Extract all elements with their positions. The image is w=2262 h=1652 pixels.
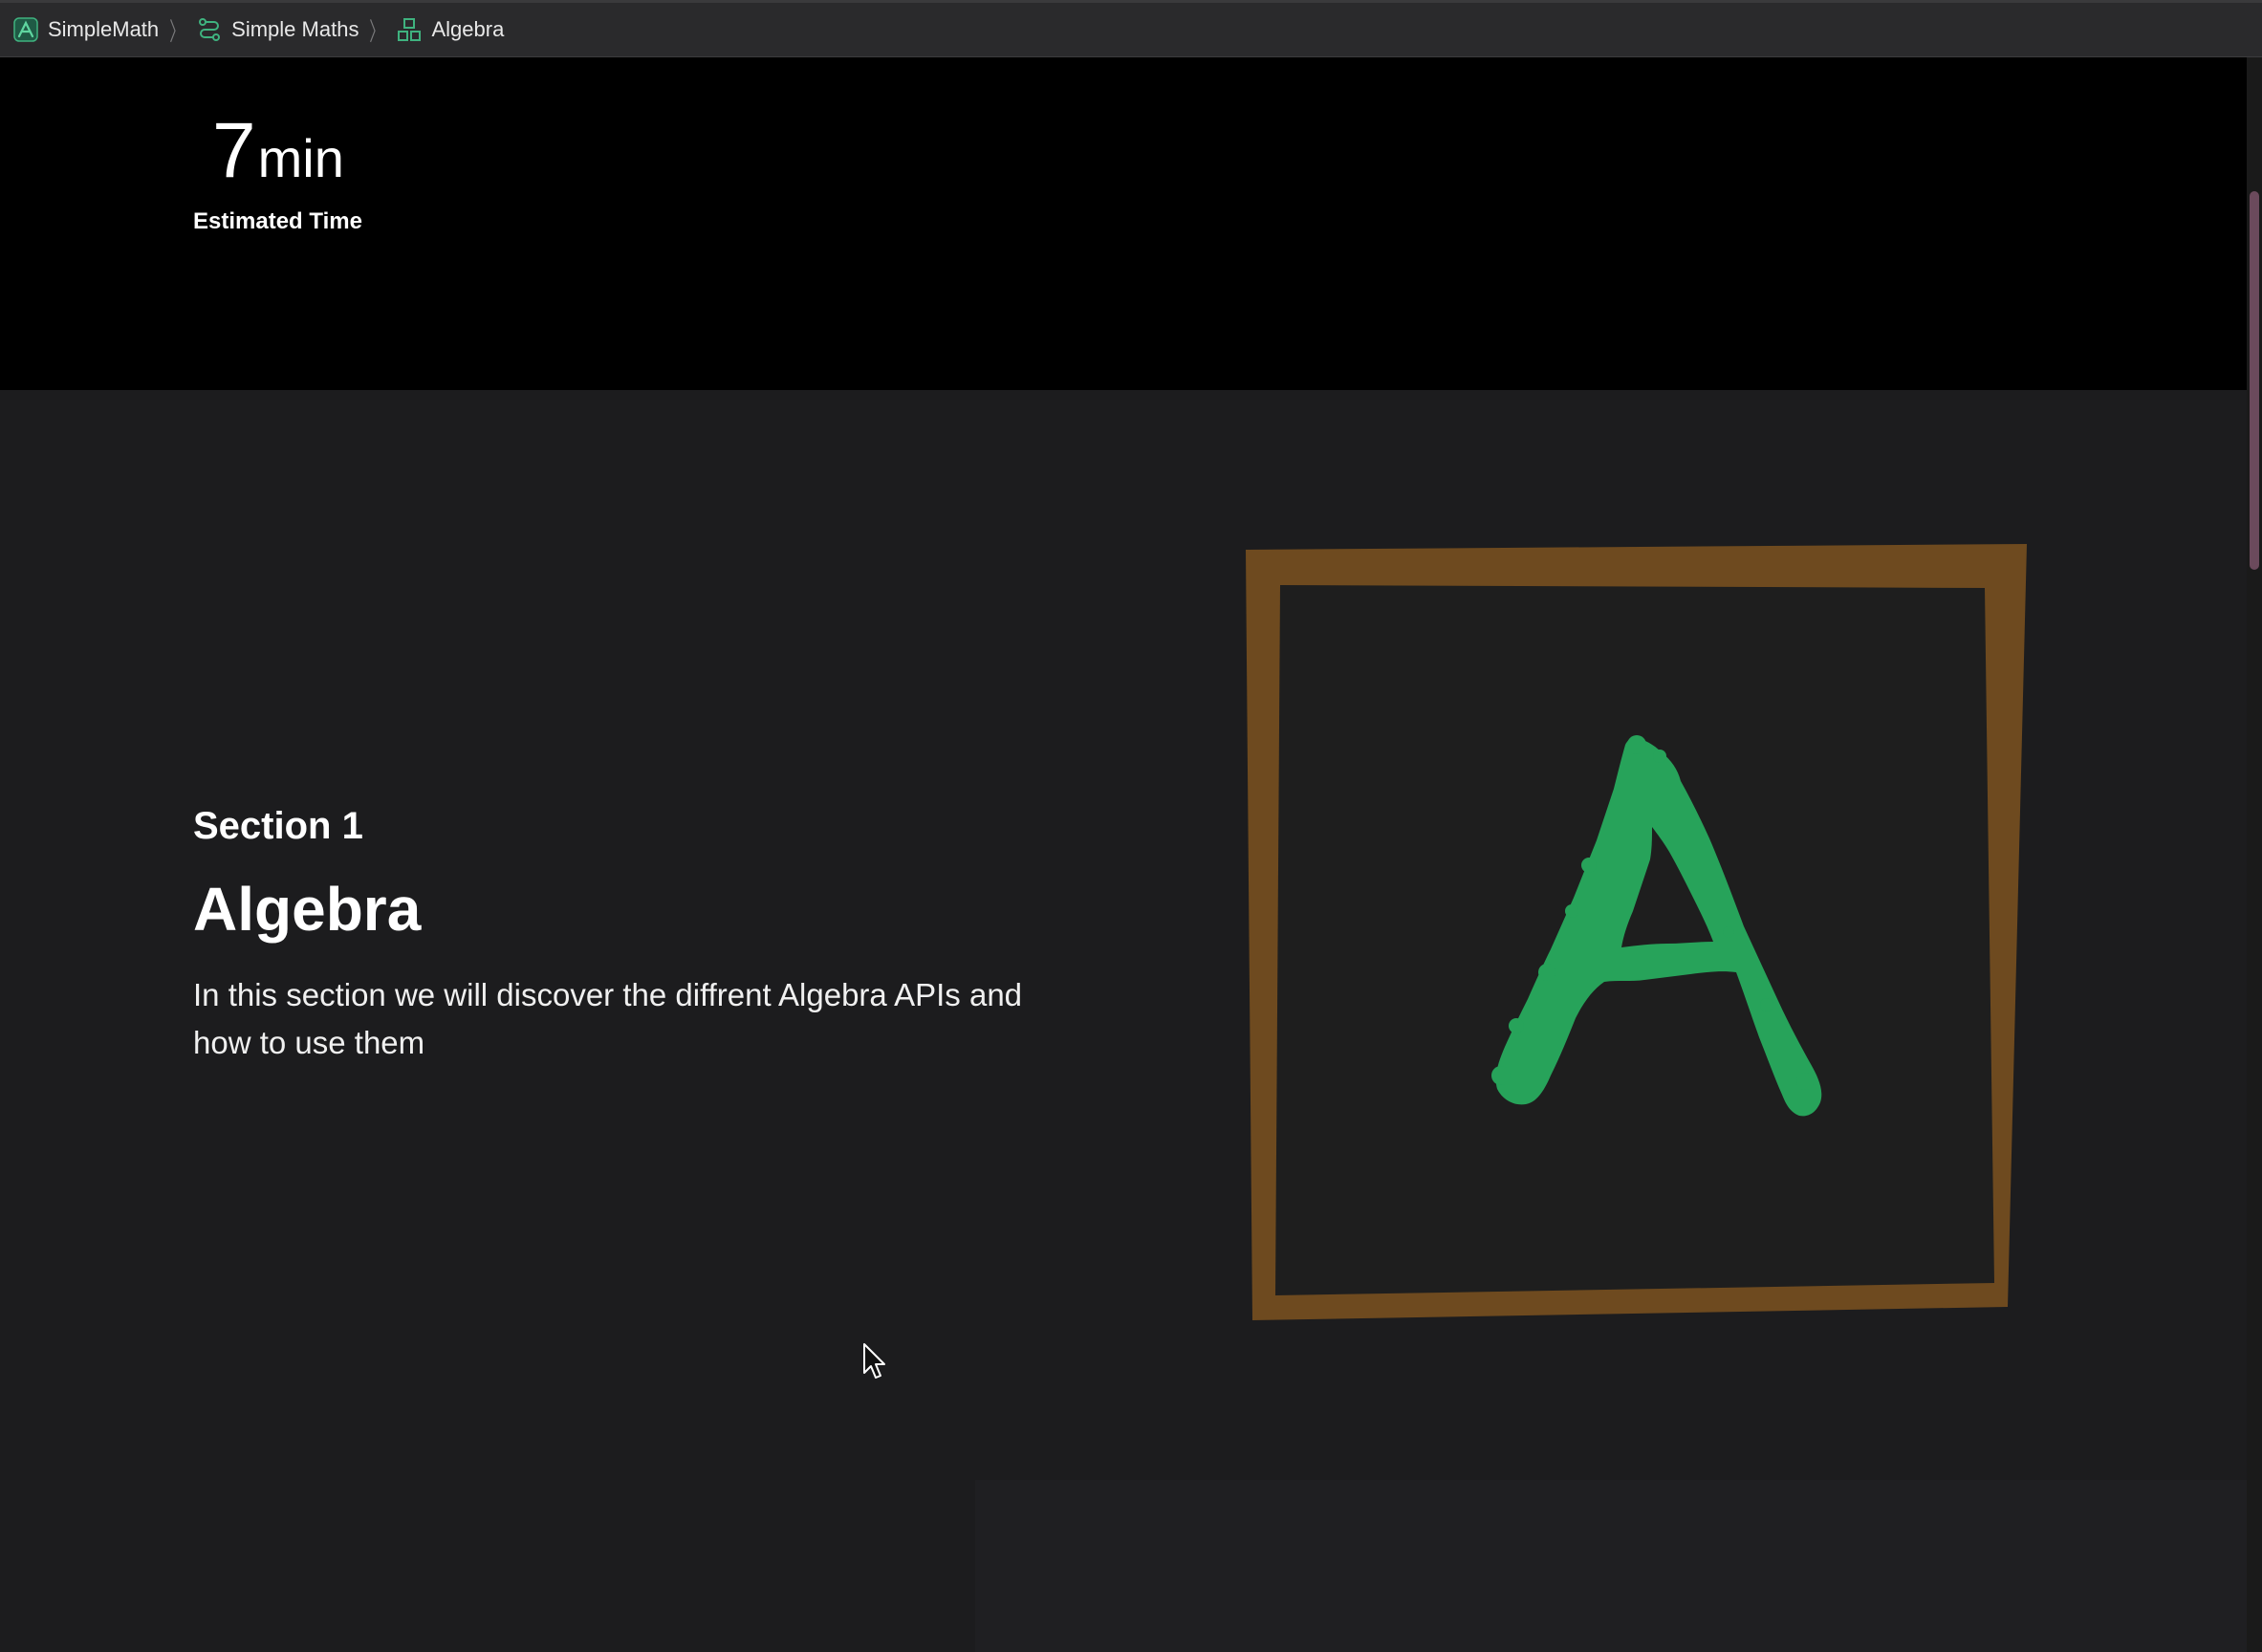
chalkboard-surface — [1275, 585, 1994, 1295]
breadcrumb-item-section[interactable]: Algebra — [397, 17, 504, 42]
time-unit: min — [257, 128, 344, 188]
mouse-cursor-icon — [863, 1343, 885, 1379]
breadcrumb-label-section: Algebra — [431, 17, 505, 41]
time-number: 7 — [212, 107, 256, 194]
tutorial-page: SimpleMath 〉 Simple Maths 〉 Algebra 7min… — [0, 0, 2262, 1652]
tutorial-icon — [199, 18, 221, 41]
estimated-time-label: Estimated Time — [193, 208, 362, 234]
breadcrumb-label-tutorial: Simple Maths — [231, 17, 359, 41]
scrollbar-thumb[interactable] — [2250, 191, 2259, 570]
breadcrumb-item-tutorial[interactable]: Simple Maths — [197, 17, 359, 42]
section-description: In this section we will discover the dif… — [193, 977, 1023, 1060]
app-icon — [13, 17, 38, 42]
breadcrumb-item-app[interactable]: SimpleMath — [13, 17, 159, 42]
breadcrumb-label-app: SimpleMath — [48, 17, 160, 41]
tutorial-header: 7min Estimated Time — [0, 57, 2247, 390]
section-title: Algebra — [193, 875, 422, 944]
section-number: Section 1 — [193, 805, 363, 847]
chevron-right-icon: 〉 — [169, 16, 185, 46]
chalkboard-letter-a-image — [1246, 544, 2027, 1320]
estimated-time-value: 7min — [212, 112, 344, 190]
section-icon — [398, 18, 422, 41]
chevron-right-icon: 〉 — [369, 16, 385, 46]
breadcrumb: SimpleMath 〉 Simple Maths 〉 Algebra — [0, 0, 2262, 57]
content-panel — [975, 1480, 2247, 1652]
